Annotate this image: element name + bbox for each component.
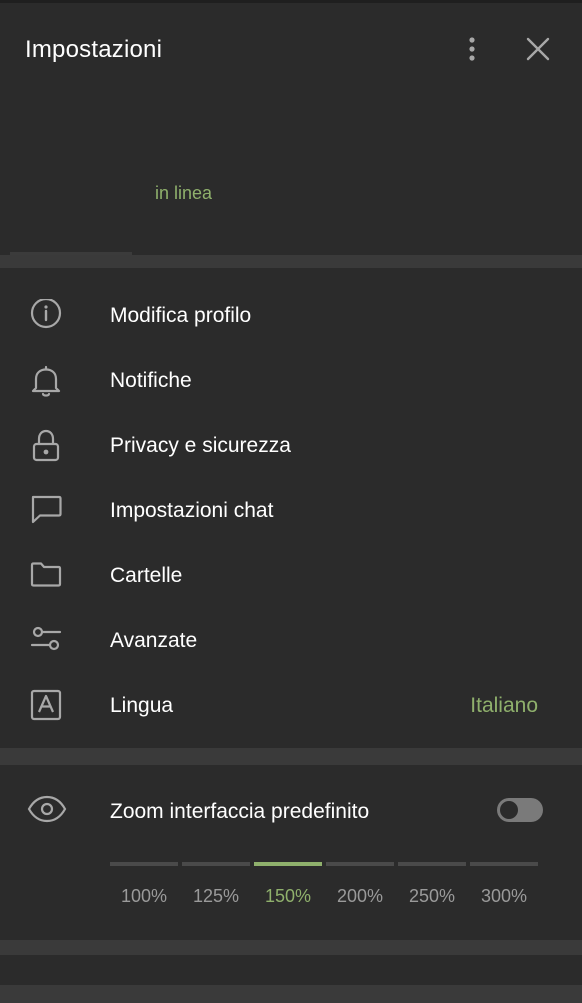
zoom-default-toggle[interactable] <box>497 798 543 822</box>
zoom-option-bar <box>470 862 538 866</box>
sliders-icon <box>30 626 62 651</box>
zoom-option-label: 200% <box>336 886 384 906</box>
zoom-option-150[interactable]: 150% <box>254 862 322 907</box>
zoom-option-label: 300% <box>480 886 528 906</box>
lock-icon <box>32 429 60 462</box>
menu-item-label: Privacy e sicurezza <box>110 434 291 457</box>
zoom-option-bar <box>254 862 322 866</box>
section-divider <box>0 985 582 1003</box>
zoom-setting-label: Zoom interfaccia predefinito <box>110 800 370 823</box>
zoom-option-300[interactable]: 300% <box>470 862 538 907</box>
zoom-scale-selector[interactable]: 100% 125% 150% 200% 250% 300% <box>110 862 540 912</box>
eye-icon <box>27 795 67 823</box>
close-button[interactable] <box>522 33 554 67</box>
current-language-value: Italiano <box>470 694 538 717</box>
zoom-option-bar <box>326 862 394 866</box>
zoom-option-label: 125% <box>192 886 240 906</box>
menu-item-label: Notifiche <box>110 369 192 392</box>
language-icon <box>30 689 62 721</box>
zoom-setting-row[interactable]: Zoom interfaccia predefinito <box>0 780 582 840</box>
menu-item-privacy[interactable]: Privacy e sicurezza <box>0 415 582 475</box>
bell-icon <box>31 365 61 397</box>
toggle-knob <box>498 799 520 821</box>
chat-bubble-icon <box>31 495 62 524</box>
zoom-option-label: 250% <box>408 886 456 906</box>
menu-item-label: Avanzate <box>110 629 198 652</box>
zoom-option-bar <box>398 862 466 866</box>
folder-icon <box>30 562 62 587</box>
menu-item-label: Impostazioni chat <box>110 499 274 522</box>
zoom-option-label: 150% <box>264 886 312 906</box>
settings-header: Impostazioni in linea <box>0 3 582 255</box>
menu-item-label: Lingua <box>110 694 174 717</box>
menu-item-edit-profile[interactable]: Modifica profilo <box>0 285 582 345</box>
zoom-option-250[interactable]: 250% <box>398 862 466 907</box>
online-status: in linea <box>155 183 213 203</box>
section-divider <box>0 255 582 268</box>
zoom-option-100[interactable]: 100% <box>110 862 178 907</box>
section-divider <box>0 940 582 955</box>
more-vertical-icon <box>469 37 475 61</box>
close-icon <box>526 37 550 61</box>
zoom-option-bar <box>110 862 178 866</box>
more-options-button[interactable] <box>458 33 486 67</box>
menu-item-folders[interactable]: Cartelle <box>0 545 582 605</box>
zoom-option-label: 100% <box>120 886 168 906</box>
menu-item-language[interactable]: Lingua Italiano <box>0 675 582 735</box>
menu-item-advanced[interactable]: Avanzate <box>0 610 582 670</box>
page-title: Impostazioni <box>25 36 163 63</box>
section-divider <box>0 748 582 765</box>
menu-item-label: Modifica profilo <box>110 304 252 327</box>
menu-item-chat-settings[interactable]: Impostazioni chat <box>0 480 582 540</box>
menu-item-notifications[interactable]: Notifiche <box>0 350 582 410</box>
next-section <box>0 955 582 985</box>
zoom-option-200[interactable]: 200% <box>326 862 394 907</box>
zoom-option-bar <box>182 862 250 866</box>
menu-item-label: Cartelle <box>110 564 183 587</box>
info-icon <box>30 299 62 329</box>
zoom-option-125[interactable]: 125% <box>182 862 250 907</box>
